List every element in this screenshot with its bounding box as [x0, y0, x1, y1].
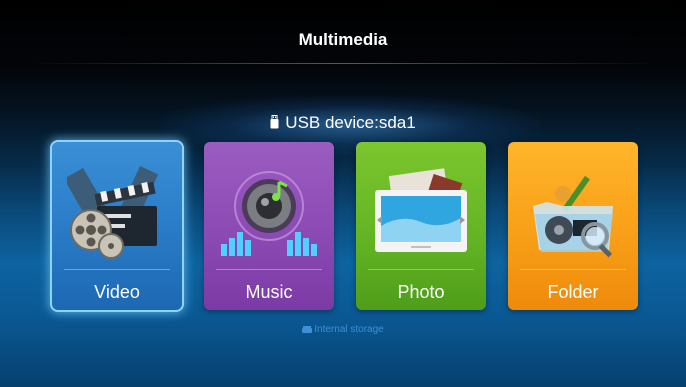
tile-folder[interactable]: Folder — [508, 142, 638, 310]
tile-divider — [216, 269, 322, 270]
photo-frame-icon — [375, 168, 467, 252]
device-selector[interactable]: USB device:sda1 — [0, 113, 686, 133]
tile-music[interactable]: Music — [204, 142, 334, 310]
tile-video[interactable]: Video — [50, 140, 184, 312]
tile-label: Folder — [547, 282, 599, 302]
tile-photo[interactable]: Photo — [356, 142, 486, 310]
header: Multimedia — [0, 0, 686, 66]
multimedia-screen: Multimedia USB device:sda1 Video Music P… — [0, 0, 686, 387]
device-label: USB device:sda1 — [285, 113, 416, 132]
folder-search-icon — [533, 175, 613, 258]
internal-storage-option[interactable]: Internal storage — [0, 324, 686, 335]
tile-divider — [368, 269, 474, 270]
tile-label: Music — [245, 282, 293, 302]
hard-drive-icon — [302, 326, 313, 333]
tile-divider — [520, 269, 626, 270]
page-title: Multimedia — [298, 30, 388, 49]
video-film-reel-icon — [67, 166, 159, 259]
tile-divider — [64, 269, 170, 270]
usb-drive-icon — [270, 115, 279, 129]
tile-label: Photo — [397, 282, 445, 302]
storage-label: Internal storage — [314, 324, 384, 335]
header-divider — [30, 63, 656, 64]
tile-label: Video — [94, 282, 140, 302]
music-speaker-icon — [221, 171, 317, 256]
